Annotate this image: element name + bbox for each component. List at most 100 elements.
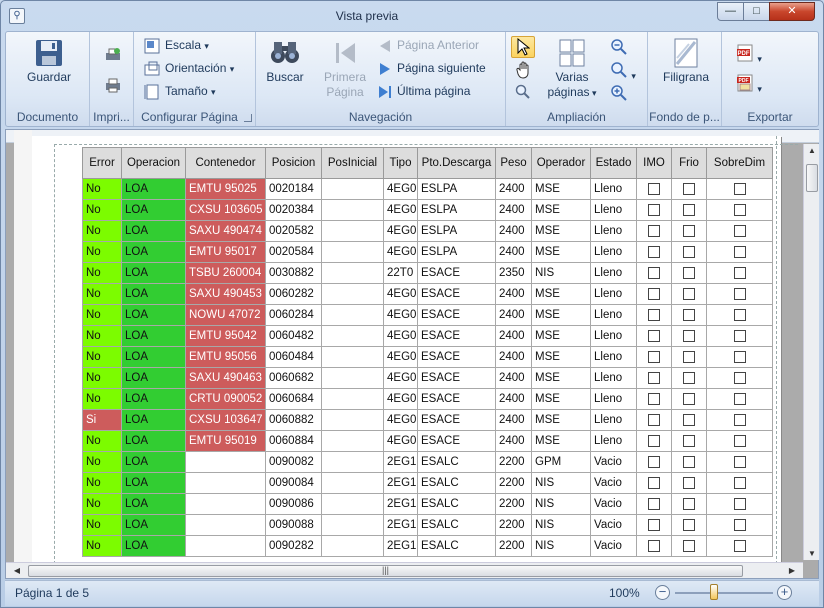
checkbox[interactable] <box>733 350 746 363</box>
column-header[interactable]: Frio <box>671 147 707 179</box>
column-header[interactable]: Contenedor <box>185 147 266 179</box>
zoom-out-button[interactable] <box>610 38 628 59</box>
column-header[interactable]: Pto.Descarga <box>417 147 496 179</box>
checkbox[interactable] <box>733 266 746 279</box>
checkbox[interactable] <box>683 476 695 489</box>
checkbox[interactable] <box>648 413 660 426</box>
checkbox[interactable] <box>683 308 695 321</box>
primera-pagina-button[interactable]: Primera Página <box>320 38 370 100</box>
zoom-tool-button[interactable] <box>515 84 531 103</box>
checkbox[interactable] <box>733 287 746 300</box>
checkbox[interactable] <box>733 434 746 447</box>
checkbox[interactable] <box>683 224 695 237</box>
checkbox[interactable] <box>733 182 746 195</box>
checkbox[interactable] <box>733 371 746 384</box>
checkbox[interactable] <box>733 413 746 426</box>
horizontal-scrollbar[interactable]: ◀ ||| ▶ <box>6 562 803 578</box>
print-options-button[interactable] <box>104 46 122 67</box>
checkbox[interactable] <box>648 434 660 447</box>
checkbox[interactable] <box>733 497 746 510</box>
checkbox[interactable] <box>648 455 660 468</box>
checkbox[interactable] <box>733 518 746 531</box>
column-header[interactable]: SobreDim <box>706 147 773 179</box>
minimize-button[interactable]: — <box>717 2 744 21</box>
varias-paginas-button[interactable]: Varias páginas <box>542 38 602 101</box>
checkbox[interactable] <box>648 287 660 300</box>
column-header[interactable]: Tipo <box>383 147 418 179</box>
vertical-scrollbar[interactable]: ▲ ▼ <box>803 144 819 560</box>
zoom-dropdown[interactable] <box>610 61 636 82</box>
scroll-up-icon[interactable]: ▲ <box>804 146 820 155</box>
checkbox[interactable] <box>648 518 660 531</box>
checkbox[interactable] <box>648 224 660 237</box>
orientacion-dropdown[interactable]: Orientación <box>144 61 234 77</box>
checkbox[interactable] <box>683 455 695 468</box>
checkbox[interactable] <box>683 392 695 405</box>
export-pdf-dropdown[interactable]: PDF <box>736 44 762 65</box>
checkbox[interactable] <box>648 182 660 195</box>
column-header[interactable]: Operador <box>531 147 591 179</box>
checkbox[interactable] <box>733 455 746 468</box>
checkbox[interactable] <box>733 308 746 321</box>
send-pdf-dropdown[interactable]: PDF <box>736 74 762 95</box>
checkbox[interactable] <box>648 497 660 510</box>
checkbox[interactable] <box>648 203 660 216</box>
zoom-in-status-icon[interactable]: + <box>777 585 792 600</box>
checkbox[interactable] <box>733 476 746 489</box>
zoom-in-button[interactable] <box>610 84 628 105</box>
tamano-dropdown[interactable]: Tamaño <box>144 84 216 100</box>
buscar-button[interactable]: Buscar <box>262 38 308 85</box>
guardar-button[interactable]: Guardar <box>24 38 74 85</box>
checkbox[interactable] <box>733 224 746 237</box>
scroll-left-icon[interactable]: ◀ <box>9 566 25 575</box>
pagina-anterior-button[interactable]: Página Anterior <box>378 38 479 53</box>
scroll-right-icon[interactable]: ▶ <box>784 566 800 575</box>
checkbox[interactable] <box>683 266 695 279</box>
checkbox[interactable] <box>683 518 695 531</box>
checkbox[interactable] <box>648 308 660 321</box>
filigrana-button[interactable]: Filigrana <box>656 38 716 85</box>
checkbox[interactable] <box>683 434 695 447</box>
checkbox[interactable] <box>648 266 660 279</box>
checkbox[interactable] <box>683 245 695 258</box>
checkbox[interactable] <box>683 182 695 195</box>
close-button[interactable]: ✕ <box>769 2 815 21</box>
checkbox[interactable] <box>648 245 660 258</box>
checkbox[interactable] <box>683 497 695 510</box>
column-header[interactable]: Peso <box>495 147 532 179</box>
checkbox[interactable] <box>683 287 695 300</box>
zoom-slider-track[interactable] <box>675 592 773 594</box>
column-header[interactable]: IMO <box>636 147 672 179</box>
checkbox[interactable] <box>683 539 695 552</box>
column-header[interactable]: Posicion <box>265 147 322 179</box>
checkbox[interactable] <box>683 350 695 363</box>
escala-dropdown[interactable]: Escala <box>144 38 209 54</box>
scroll-down-icon[interactable]: ▼ <box>804 549 820 558</box>
checkbox[interactable] <box>683 329 695 342</box>
column-header[interactable]: Error <box>82 147 122 179</box>
hand-tool-button[interactable] <box>515 61 533 82</box>
checkbox[interactable] <box>683 413 695 426</box>
print-button[interactable] <box>104 76 122 97</box>
preview-area[interactable]: Error Operacion Contenedor Posicion PosInici… <box>5 129 819 579</box>
checkbox[interactable] <box>648 392 660 405</box>
checkbox[interactable] <box>683 371 695 384</box>
ultima-pagina-button[interactable]: Última página <box>378 84 470 99</box>
column-header[interactable]: PosInicial <box>321 147 384 179</box>
horizontal-scroll-thumb[interactable]: ||| <box>28 565 743 577</box>
vertical-scroll-thumb[interactable] <box>806 164 818 192</box>
checkbox[interactable] <box>733 329 746 342</box>
page-setup-launcher-icon[interactable] <box>244 114 252 122</box>
pointer-tool-button[interactable] <box>511 36 535 58</box>
maximize-button[interactable]: □ <box>743 2 770 21</box>
pagina-siguiente-button[interactable]: Página siguiente <box>378 61 486 76</box>
checkbox[interactable] <box>733 539 746 552</box>
checkbox[interactable] <box>733 203 746 216</box>
zoom-slider-thumb[interactable] <box>710 584 719 600</box>
checkbox[interactable] <box>648 350 660 363</box>
checkbox[interactable] <box>648 476 660 489</box>
checkbox[interactable] <box>733 245 746 258</box>
checkbox[interactable] <box>733 392 746 405</box>
checkbox[interactable] <box>648 539 660 552</box>
column-header[interactable]: Operacion <box>121 147 186 179</box>
